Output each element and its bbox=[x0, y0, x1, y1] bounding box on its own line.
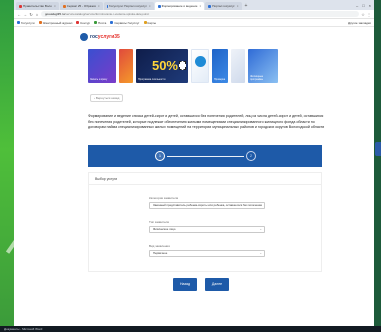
tab-label: Госуслуги: Портал госуслуг bbox=[109, 4, 147, 8]
coat-of-arms-icon bbox=[80, 33, 88, 41]
tab-favicon bbox=[157, 4, 161, 8]
side-feedback-tab[interactable] bbox=[375, 142, 381, 156]
bookmark-icon bbox=[110, 21, 114, 24]
reload-icon[interactable]: ↻ bbox=[29, 12, 33, 17]
application-kind-select[interactable]: Первичное ⌄ bbox=[149, 250, 265, 257]
applicant-category-field: Категория заявителя Законный представите… bbox=[149, 196, 265, 209]
tab-favicon bbox=[19, 4, 22, 8]
step-indicator-next: 2 bbox=[246, 151, 256, 161]
close-icon[interactable]: × bbox=[54, 2, 56, 10]
taskbar-window-label[interactable]: Документы - Microsoft Word bbox=[4, 327, 42, 331]
bookmark-item[interactable]: Почта bbox=[93, 21, 106, 25]
browser-tab-4[interactable]: Формирование и ведение × bbox=[154, 2, 205, 10]
tab-label: Правительство Воло bbox=[23, 4, 52, 8]
back-arrow-icon[interactable]: ← bbox=[17, 12, 21, 17]
site-header: госуслуги35 bbox=[14, 27, 374, 47]
bookmark-icon bbox=[93, 21, 97, 24]
banner-card[interactable] bbox=[119, 49, 133, 83]
close-icon[interactable]: × bbox=[98, 2, 100, 10]
form-section-title: Выбор услуги bbox=[89, 173, 321, 185]
round-badge-icon bbox=[195, 56, 206, 67]
tab-favicon bbox=[208, 4, 212, 8]
banner-card[interactable]: Запись к врачу bbox=[88, 49, 116, 83]
bookmark-icon bbox=[76, 21, 80, 24]
applicant-type-select[interactable]: Физическое лицо ⌄ bbox=[149, 226, 265, 233]
browser-tab-3[interactable]: Госуслуги: Портал госуслуг × bbox=[103, 2, 154, 10]
banner-card[interactable]: Программа лояльности 50% bbox=[136, 49, 188, 83]
chevron-down-icon: ⌄ bbox=[259, 251, 262, 255]
tab-label: Портал госуслуг bbox=[212, 4, 235, 8]
close-window-icon[interactable]: × bbox=[369, 2, 371, 10]
bookmark-item[interactable]: Контур bbox=[76, 21, 90, 25]
star-icon[interactable]: ☆ bbox=[361, 12, 365, 17]
tab-favicon bbox=[62, 4, 66, 8]
bookmark-icon bbox=[17, 21, 20, 24]
applicant-category-select[interactable]: Законный представитель ребенка-сироты ил… bbox=[149, 202, 265, 209]
desktop-background-right bbox=[373, 0, 381, 332]
browser-tab-2[interactable]: Сервис 25 - Образов × bbox=[59, 2, 103, 10]
field-label: Вид заявления bbox=[149, 244, 170, 248]
bookmark-item[interactable]: Сервисы Госуслуг bbox=[110, 21, 140, 25]
new-tab-button[interactable]: + bbox=[243, 2, 250, 10]
service-form: Выбор услуги Категория заявителя Законны… bbox=[88, 172, 322, 272]
forward-arrow-icon[interactable]: → bbox=[23, 12, 27, 17]
qr-code-icon bbox=[179, 61, 186, 70]
menu-icon[interactable]: ⋮ bbox=[367, 12, 371, 17]
step-connector bbox=[167, 156, 244, 157]
url-input[interactable]: gosuslugi35.ru/servicecatalog/service/fo… bbox=[41, 11, 359, 17]
banner-card[interactable] bbox=[191, 49, 209, 83]
site-logo[interactable]: госуслуги35 bbox=[80, 33, 120, 41]
back-button[interactable]: Назад bbox=[173, 278, 197, 291]
banner-card[interactable] bbox=[231, 49, 245, 83]
next-button[interactable]: Далее bbox=[205, 278, 229, 291]
field-label: Тип заявителя bbox=[149, 220, 170, 224]
close-icon[interactable]: × bbox=[149, 2, 151, 10]
browser-window: Правительство Воло × Сервис 25 - Образов… bbox=[14, 0, 374, 326]
url-path: /servicecatalog/service/formirovanie-i-v… bbox=[64, 12, 150, 16]
tab-label: Формирование и ведение bbox=[161, 4, 198, 8]
tab-favicon bbox=[106, 4, 109, 8]
close-icon[interactable]: × bbox=[199, 2, 201, 10]
step-progress-bar: 1 2 bbox=[88, 145, 322, 167]
window-controls: – □ × bbox=[356, 2, 374, 10]
step-indicator-current: 1 bbox=[155, 151, 165, 161]
bookmark-icon bbox=[38, 21, 42, 24]
service-title: Формирование и ведение списка детей-сиро… bbox=[88, 114, 325, 130]
tab-label: Сервис 25 - Образов bbox=[66, 4, 96, 8]
home-icon[interactable]: ⌂ bbox=[35, 12, 39, 17]
browser-tab-5[interactable]: Портал госуслуг × bbox=[205, 2, 242, 10]
taskbar: Документы - Microsoft Word bbox=[0, 326, 381, 332]
address-bar-row: ← → ↻ ⌂ gosuslugi35.ru/servicecatalog/se… bbox=[14, 10, 374, 19]
close-icon[interactable]: × bbox=[237, 2, 239, 10]
bookmark-item[interactable]: Госуслуги bbox=[17, 21, 35, 25]
bookmarks-bar: Госуслуги Электронный журнал Контур Почт… bbox=[14, 19, 374, 27]
maximize-icon[interactable]: □ bbox=[362, 2, 364, 10]
chevron-down-icon: ⌄ bbox=[259, 203, 262, 207]
back-link-button[interactable]: ‹ Вернуться назад bbox=[90, 94, 124, 102]
bookmark-icon bbox=[143, 21, 147, 24]
other-bookmarks[interactable]: Другие закладки bbox=[348, 21, 371, 25]
banner-carousel: Запись к врачу Программа лояльности 50% … bbox=[88, 49, 278, 83]
field-label: Категория заявителя bbox=[149, 196, 179, 200]
url-host: gosuslugi35.ru bbox=[45, 12, 65, 16]
browser-tab-1[interactable]: Правительство Воло × bbox=[16, 2, 59, 10]
banner-card[interactable]: Жилищные программы bbox=[248, 49, 278, 83]
bookmark-item[interactable]: Электронный журнал bbox=[38, 21, 72, 25]
chevron-down-icon: ⌄ bbox=[259, 227, 262, 231]
tab-strip: Правительство Воло × Сервис 25 - Образов… bbox=[14, 0, 374, 10]
applicant-type-field: Тип заявителя Физическое лицо ⌄ bbox=[149, 220, 265, 233]
logo-text: госуслуги35 bbox=[90, 34, 120, 40]
application-kind-field: Вид заявления Первичное ⌄ bbox=[149, 244, 265, 257]
minimize-icon[interactable]: – bbox=[356, 2, 358, 10]
discount-percent: 50% bbox=[151, 58, 178, 73]
bookmark-item[interactable]: Карты bbox=[143, 21, 156, 25]
banner-card[interactable]: Проверка bbox=[212, 49, 228, 83]
